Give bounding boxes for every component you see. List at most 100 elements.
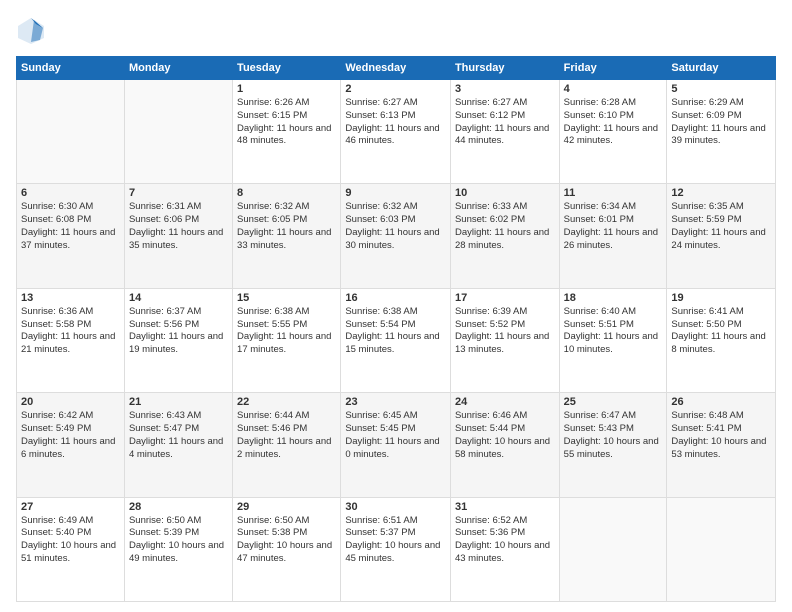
day-info: Sunrise: 6:46 AM Sunset: 5:44 PM Dayligh… bbox=[455, 410, 555, 461]
day-cell: 24 Sunrise: 6:46 AM Sunset: 5:44 PM Dayli… bbox=[450, 393, 559, 497]
week-row-3: 20Sunrise: 6:42 AM Sunset: 5:49 PM Dayli… bbox=[17, 393, 776, 497]
day-cell: 27 Sunrise: 6:49 AM Sunset: 5:40 PM Dayli… bbox=[17, 497, 125, 601]
day-cell: 2 Sunrise: 6:27 AM Sunset: 6:13 PM Daylig… bbox=[341, 80, 451, 184]
day-number: 27 bbox=[21, 501, 120, 513]
calendar-table: SundayMondayTuesdayWednesdayThursdayFrid… bbox=[16, 56, 776, 602]
day-number: 19 bbox=[671, 292, 771, 304]
day-cell: 8Sunrise: 6:32 AM Sunset: 6:05 PM Daylig… bbox=[233, 184, 341, 288]
week-row-0: 1 Sunrise: 6:26 AM Sunset: 6:15 PM Daylig… bbox=[17, 80, 776, 184]
day-cell: 4Sunrise: 6:28 AM Sunset: 6:10 PM Daylig… bbox=[559, 80, 667, 184]
day-info: Sunrise: 6:27 AM Sunset: 6:12 PM Dayligh… bbox=[455, 97, 555, 148]
day-cell: 12 Sunrise: 6:35 AM Sunset: 5:59 PM Dayli… bbox=[667, 184, 776, 288]
weekday-header-row: SundayMondayTuesdayWednesdayThursdayFrid… bbox=[17, 57, 776, 80]
day-info: Sunrise: 6:51 AM Sunset: 5:37 PM Dayligh… bbox=[345, 515, 446, 566]
day-number: 5 bbox=[671, 83, 771, 95]
day-number: 25 bbox=[564, 396, 663, 408]
weekday-header-friday: Friday bbox=[559, 57, 667, 80]
day-number: 28 bbox=[129, 501, 228, 513]
day-cell: 26 Sunrise: 6:48 AM Sunset: 5:41 PM Dayli… bbox=[667, 393, 776, 497]
day-number: 2 bbox=[345, 83, 446, 95]
day-cell: 1 Sunrise: 6:26 AM Sunset: 6:15 PM Daylig… bbox=[233, 80, 341, 184]
day-number: 9 bbox=[345, 187, 446, 199]
weekday-header-thursday: Thursday bbox=[450, 57, 559, 80]
day-cell: 10 Sunrise: 6:33 AM Sunset: 6:02 PM Dayli… bbox=[450, 184, 559, 288]
day-number: 7 bbox=[129, 187, 228, 199]
day-cell: 11 Sunrise: 6:34 AM Sunset: 6:01 PM Dayli… bbox=[559, 184, 667, 288]
day-cell: 21Sunrise: 6:43 AM Sunset: 5:47 PM Dayli… bbox=[124, 393, 232, 497]
day-number: 4 bbox=[564, 83, 663, 95]
weekday-header-wednesday: Wednesday bbox=[341, 57, 451, 80]
logo bbox=[16, 16, 50, 46]
day-info: Sunrise: 6:52 AM Sunset: 5:36 PM Dayligh… bbox=[455, 515, 555, 566]
day-cell: 22Sunrise: 6:44 AM Sunset: 5:46 PM Dayli… bbox=[233, 393, 341, 497]
day-info: Sunrise: 6:32 AM Sunset: 6:05 PM Dayligh… bbox=[237, 201, 336, 252]
day-cell: 18 Sunrise: 6:40 AM Sunset: 5:51 PM Dayli… bbox=[559, 288, 667, 392]
day-info: Sunrise: 6:26 AM Sunset: 6:15 PM Dayligh… bbox=[237, 97, 336, 148]
day-info: Sunrise: 6:45 AM Sunset: 5:45 PM Dayligh… bbox=[345, 410, 446, 461]
day-info: Sunrise: 6:49 AM Sunset: 5:40 PM Dayligh… bbox=[21, 515, 120, 566]
day-number: 11 bbox=[564, 187, 663, 199]
day-cell: 28 Sunrise: 6:50 AM Sunset: 5:39 PM Dayli… bbox=[124, 497, 232, 601]
day-number: 14 bbox=[129, 292, 228, 304]
day-number: 24 bbox=[455, 396, 555, 408]
logo-icon bbox=[16, 16, 46, 46]
day-number: 26 bbox=[671, 396, 771, 408]
day-number: 3 bbox=[455, 83, 555, 95]
day-info: Sunrise: 6:34 AM Sunset: 6:01 PM Dayligh… bbox=[564, 201, 663, 252]
day-cell: 30 Sunrise: 6:51 AM Sunset: 5:37 PM Dayli… bbox=[341, 497, 451, 601]
day-number: 21 bbox=[129, 396, 228, 408]
day-cell: 5Sunrise: 6:29 AM Sunset: 6:09 PM Daylig… bbox=[667, 80, 776, 184]
day-cell: 13 Sunrise: 6:36 AM Sunset: 5:58 PM Dayli… bbox=[17, 288, 125, 392]
day-info: Sunrise: 6:38 AM Sunset: 5:55 PM Dayligh… bbox=[237, 306, 336, 357]
day-number: 15 bbox=[237, 292, 336, 304]
day-info: Sunrise: 6:50 AM Sunset: 5:38 PM Dayligh… bbox=[237, 515, 336, 566]
day-cell: 14 Sunrise: 6:37 AM Sunset: 5:56 PM Dayli… bbox=[124, 288, 232, 392]
day-cell: 25Sunrise: 6:47 AM Sunset: 5:43 PM Dayli… bbox=[559, 393, 667, 497]
day-info: Sunrise: 6:27 AM Sunset: 6:13 PM Dayligh… bbox=[345, 97, 446, 148]
day-info: Sunrise: 6:35 AM Sunset: 5:59 PM Dayligh… bbox=[671, 201, 771, 252]
day-cell: 31 Sunrise: 6:52 AM Sunset: 5:36 PM Dayli… bbox=[450, 497, 559, 601]
week-row-4: 27 Sunrise: 6:49 AM Sunset: 5:40 PM Dayli… bbox=[17, 497, 776, 601]
weekday-header-tuesday: Tuesday bbox=[233, 57, 341, 80]
day-cell: 29Sunrise: 6:50 AM Sunset: 5:38 PM Dayli… bbox=[233, 497, 341, 601]
day-info: Sunrise: 6:33 AM Sunset: 6:02 PM Dayligh… bbox=[455, 201, 555, 252]
day-cell: 3 Sunrise: 6:27 AM Sunset: 6:12 PM Daylig… bbox=[450, 80, 559, 184]
day-number: 18 bbox=[564, 292, 663, 304]
day-info: Sunrise: 6:31 AM Sunset: 6:06 PM Dayligh… bbox=[129, 201, 228, 252]
day-number: 12 bbox=[671, 187, 771, 199]
day-cell bbox=[17, 80, 125, 184]
day-info: Sunrise: 6:38 AM Sunset: 5:54 PM Dayligh… bbox=[345, 306, 446, 357]
day-cell: 9 Sunrise: 6:32 AM Sunset: 6:03 PM Daylig… bbox=[341, 184, 451, 288]
day-info: Sunrise: 6:32 AM Sunset: 6:03 PM Dayligh… bbox=[345, 201, 446, 252]
day-cell: 23 Sunrise: 6:45 AM Sunset: 5:45 PM Dayli… bbox=[341, 393, 451, 497]
weekday-header-sunday: Sunday bbox=[17, 57, 125, 80]
week-row-2: 13 Sunrise: 6:36 AM Sunset: 5:58 PM Dayli… bbox=[17, 288, 776, 392]
header bbox=[16, 16, 776, 46]
day-number: 1 bbox=[237, 83, 336, 95]
day-info: Sunrise: 6:37 AM Sunset: 5:56 PM Dayligh… bbox=[129, 306, 228, 357]
day-number: 17 bbox=[455, 292, 555, 304]
weekday-header-saturday: Saturday bbox=[667, 57, 776, 80]
day-cell: 7 Sunrise: 6:31 AM Sunset: 6:06 PM Daylig… bbox=[124, 184, 232, 288]
day-cell: 6Sunrise: 6:30 AM Sunset: 6:08 PM Daylig… bbox=[17, 184, 125, 288]
day-number: 6 bbox=[21, 187, 120, 199]
day-number: 16 bbox=[345, 292, 446, 304]
day-number: 22 bbox=[237, 396, 336, 408]
day-number: 31 bbox=[455, 501, 555, 513]
day-info: Sunrise: 6:50 AM Sunset: 5:39 PM Dayligh… bbox=[129, 515, 228, 566]
day-info: Sunrise: 6:41 AM Sunset: 5:50 PM Dayligh… bbox=[671, 306, 771, 357]
day-cell bbox=[667, 497, 776, 601]
day-info: Sunrise: 6:48 AM Sunset: 5:41 PM Dayligh… bbox=[671, 410, 771, 461]
weekday-header-monday: Monday bbox=[124, 57, 232, 80]
day-number: 10 bbox=[455, 187, 555, 199]
page: SundayMondayTuesdayWednesdayThursdayFrid… bbox=[0, 0, 792, 612]
day-cell bbox=[559, 497, 667, 601]
day-number: 20 bbox=[21, 396, 120, 408]
day-info: Sunrise: 6:36 AM Sunset: 5:58 PM Dayligh… bbox=[21, 306, 120, 357]
day-cell bbox=[124, 80, 232, 184]
day-number: 23 bbox=[345, 396, 446, 408]
day-number: 30 bbox=[345, 501, 446, 513]
day-cell: 20Sunrise: 6:42 AM Sunset: 5:49 PM Dayli… bbox=[17, 393, 125, 497]
day-number: 13 bbox=[21, 292, 120, 304]
day-info: Sunrise: 6:40 AM Sunset: 5:51 PM Dayligh… bbox=[564, 306, 663, 357]
